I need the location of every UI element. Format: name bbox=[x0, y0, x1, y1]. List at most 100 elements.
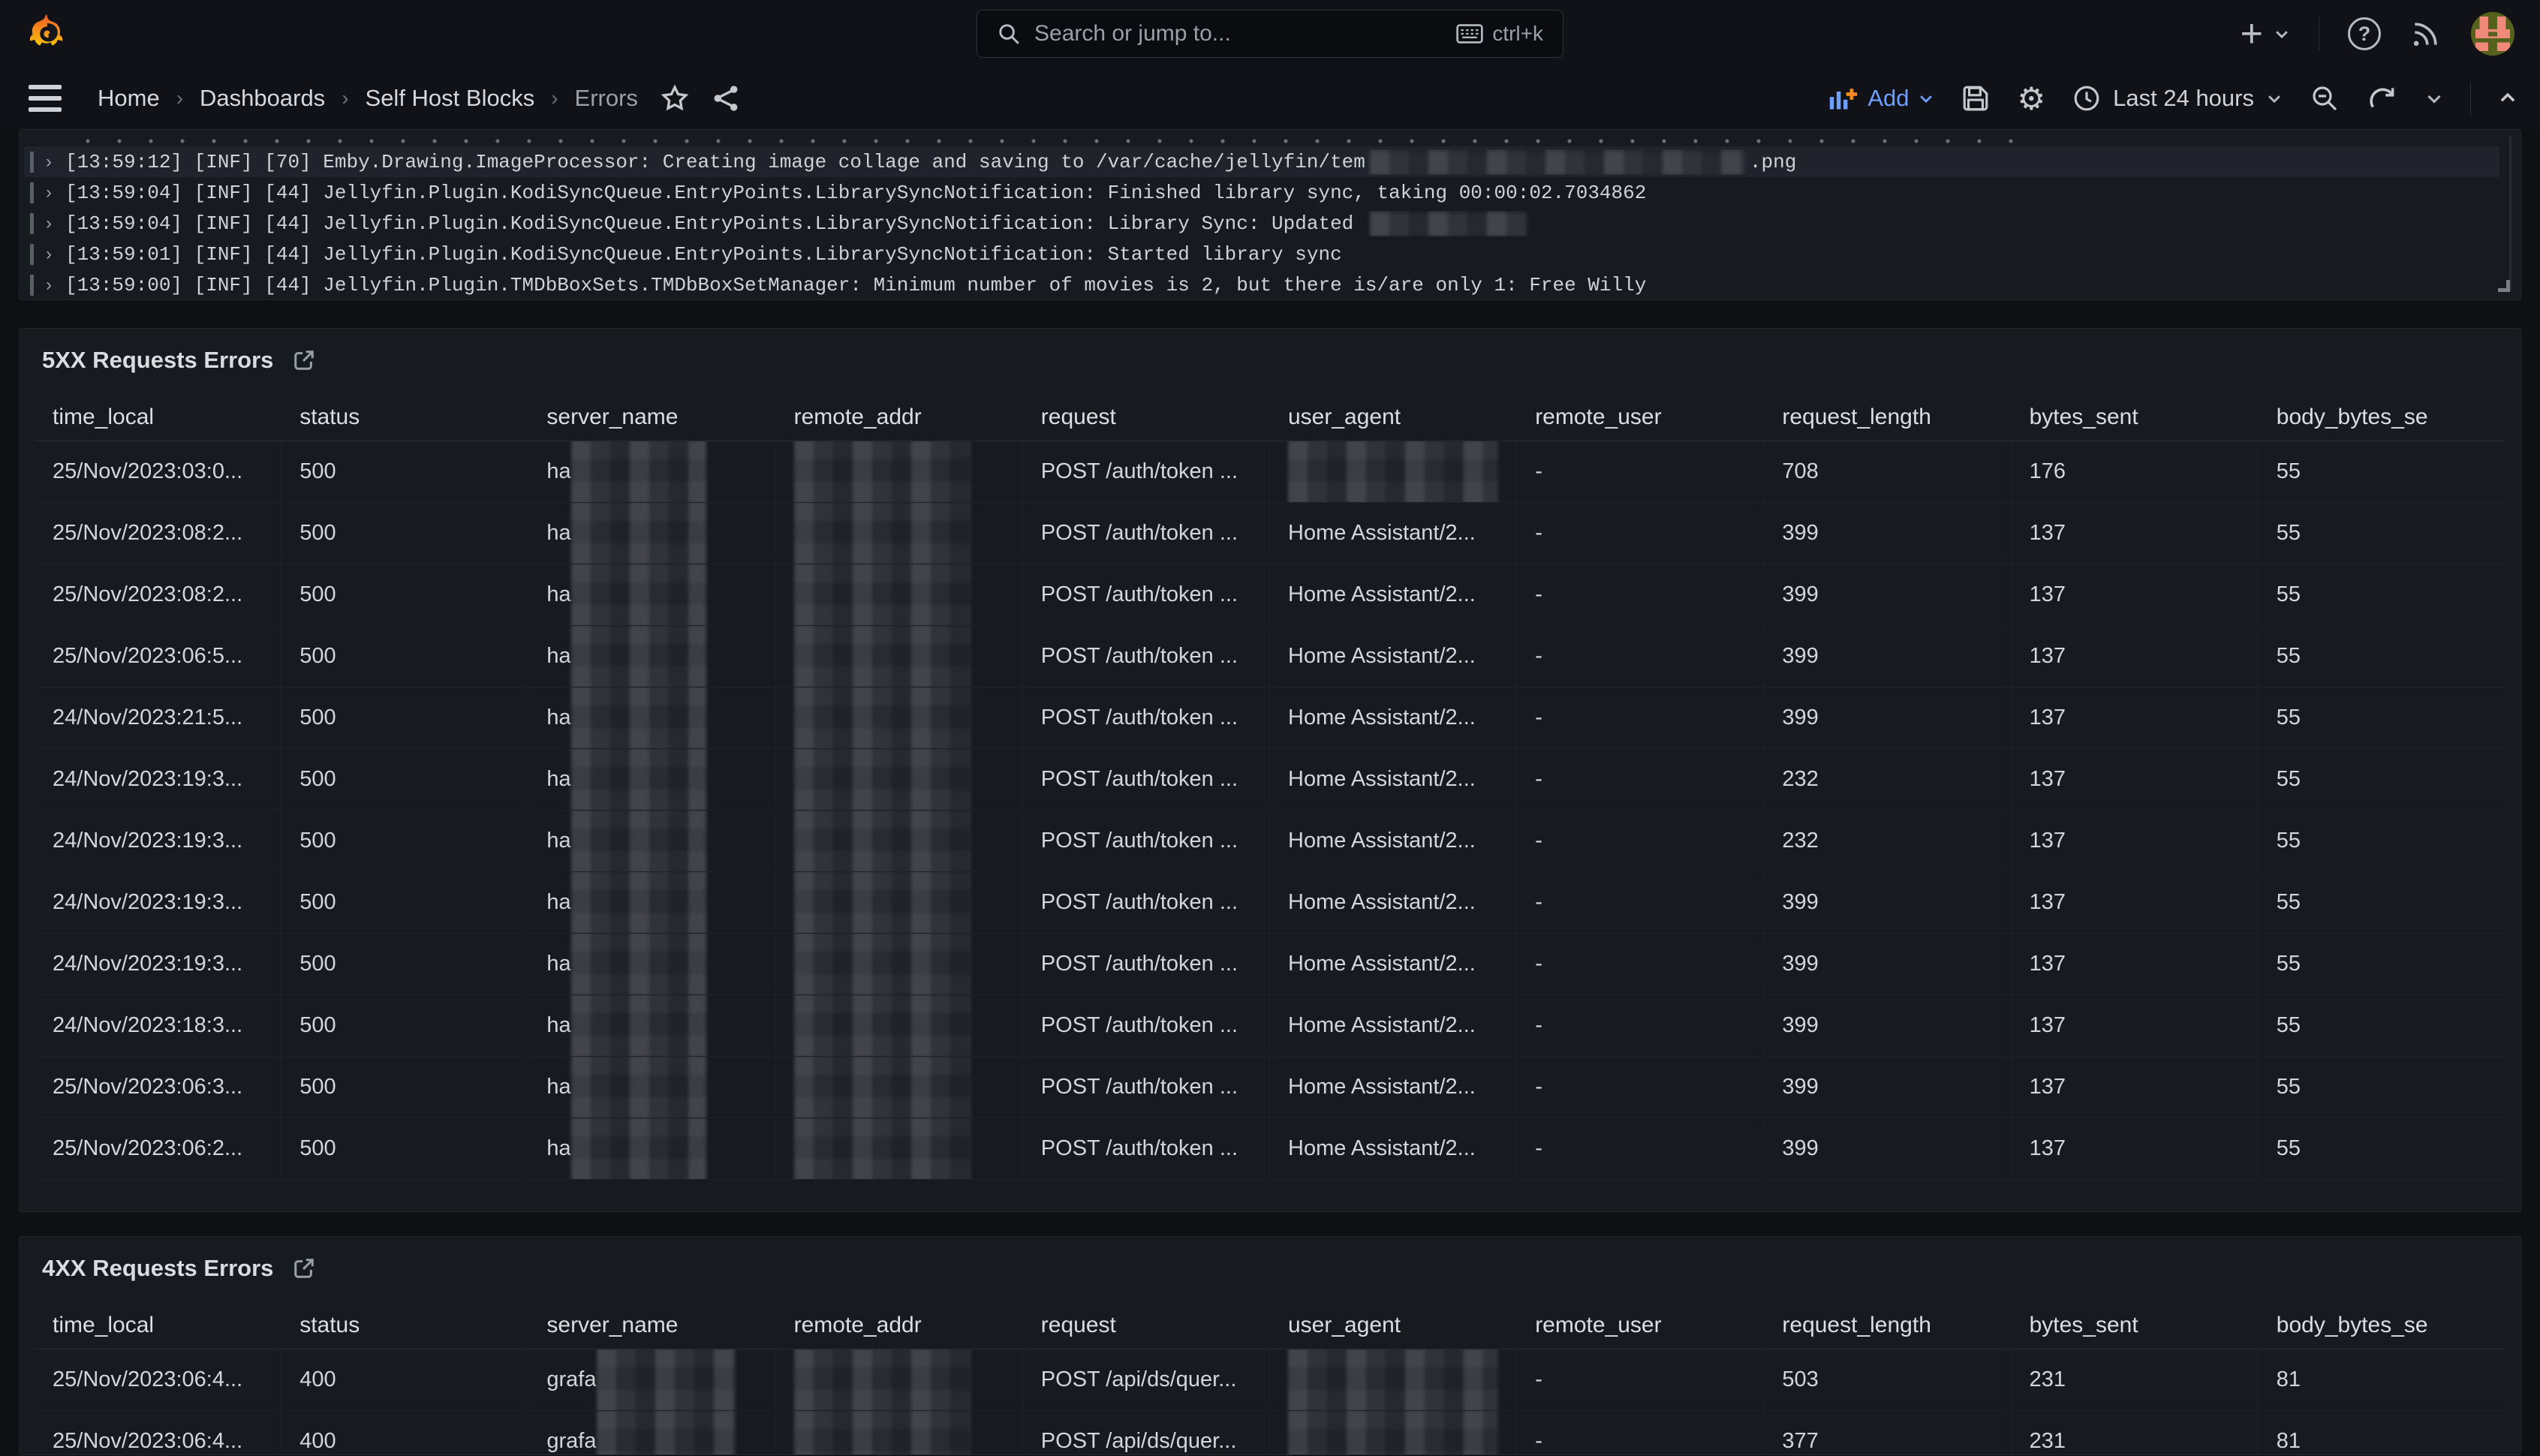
column-header-server_name[interactable]: server_name bbox=[528, 1303, 775, 1349]
help-icon[interactable]: ? bbox=[2348, 17, 2381, 50]
column-header-body_bytes_se[interactable]: body_bytes_se bbox=[2259, 395, 2505, 441]
cell-server_name: grafa bbox=[528, 1349, 775, 1411]
cell-request_length: 503 bbox=[1764, 1349, 2011, 1411]
cell-status: 500 bbox=[281, 503, 528, 564]
log-row[interactable]: ›[13:59:01] [INF] [44] Jellyfin.Plugin.K… bbox=[24, 239, 2499, 269]
column-header-remote_user[interactable]: remote_user bbox=[1517, 1303, 1764, 1349]
cell-time_local: 24/Nov/2023:19:3... bbox=[35, 872, 281, 934]
cell-bytes_sent: 176 bbox=[2012, 441, 2259, 503]
user-avatar[interactable] bbox=[2471, 12, 2514, 56]
cell-request_length: 377 bbox=[1764, 1411, 2011, 1455]
cell-bytes_sent: 137 bbox=[2012, 811, 2259, 872]
search-icon bbox=[997, 22, 1021, 46]
column-header-status[interactable]: status bbox=[281, 1303, 528, 1349]
share-icon[interactable] bbox=[712, 84, 740, 113]
panel-resize-handle[interactable] bbox=[2498, 280, 2510, 292]
log-row[interactable]: ›[13:59:12] [INF] [70] Emby.Drawing.Imag… bbox=[24, 146, 2499, 177]
column-header-remote_addr[interactable]: remote_addr bbox=[776, 1303, 1023, 1349]
redacted-block bbox=[794, 1349, 971, 1411]
cell-request_length: 232 bbox=[1764, 811, 2011, 872]
chevron-right-icon[interactable]: › bbox=[46, 182, 52, 203]
breadcrumb-item-dashboards[interactable]: Dashboards bbox=[200, 85, 325, 112]
log-row[interactable]: › [13:59:00] [INF] [44] Jellyfin.Plugin.T… bbox=[24, 269, 2499, 300]
column-header-body_bytes_se[interactable]: body_bytes_se bbox=[2259, 1303, 2505, 1349]
cell-body_bytes_se: 55 bbox=[2259, 1118, 2505, 1180]
dashboard-settings-gear-icon[interactable]: ⚙ bbox=[2017, 80, 2045, 117]
new-button[interactable]: + bbox=[2241, 11, 2290, 56]
panel-5xx-errors: 5XX Requests Errors time_localstatusserv… bbox=[19, 328, 2521, 1212]
log-scrollbar[interactable] bbox=[2509, 136, 2511, 292]
cell-time_local: 25/Nov/2023:03:0... bbox=[35, 441, 281, 503]
cell-body_bytes_se: 55 bbox=[2259, 811, 2505, 872]
column-header-request_length[interactable]: request_length bbox=[1764, 395, 2011, 441]
cell-server_name: ha bbox=[528, 749, 775, 811]
breadcrumb-item-home[interactable]: Home bbox=[98, 85, 160, 112]
cell-status: 500 bbox=[281, 934, 528, 995]
redacted-block bbox=[571, 564, 706, 626]
cell-request_length: 399 bbox=[1764, 626, 2011, 687]
redacted-block bbox=[794, 1057, 971, 1118]
chevron-right-icon[interactable]: › bbox=[46, 213, 52, 234]
external-link-icon[interactable] bbox=[293, 349, 315, 372]
menu-toggle-icon[interactable] bbox=[23, 79, 68, 118]
cell-user_agent: Home Assistant/2... bbox=[1270, 995, 1517, 1057]
chevron-down-icon bbox=[1918, 90, 1934, 107]
top-bar: Search or jump to... ctrl+k + ? bbox=[0, 0, 2540, 68]
refresh-icon[interactable] bbox=[2367, 83, 2398, 114]
cell-server_name: ha bbox=[528, 1118, 775, 1180]
cell-remote_user: - bbox=[1517, 1118, 1764, 1180]
column-header-remote_addr[interactable]: remote_addr bbox=[776, 395, 1023, 441]
breadcrumb-separator: › bbox=[176, 86, 183, 110]
cell-server_name: ha bbox=[528, 441, 775, 503]
cell-remote_addr bbox=[776, 872, 1023, 934]
cell-request: POST /auth/token ... bbox=[1023, 1118, 1270, 1180]
column-header-bytes_sent[interactable]: bytes_sent bbox=[2012, 1303, 2259, 1349]
cell-user_agent: Home Assistant/2... bbox=[1270, 749, 1517, 811]
column-header-status[interactable]: status bbox=[281, 395, 528, 441]
chevron-right-icon[interactable]: › bbox=[46, 244, 52, 265]
chevron-right-icon[interactable]: › bbox=[46, 275, 52, 296]
time-range-picker[interactable]: Last 24 hours bbox=[2072, 84, 2283, 113]
news-rss-icon[interactable] bbox=[2409, 17, 2442, 50]
cell-user_agent: Home Assistant/2... bbox=[1270, 934, 1517, 995]
refresh-interval-chevron-icon[interactable] bbox=[2425, 89, 2443, 107]
chevron-down-icon bbox=[2274, 26, 2290, 42]
column-header-server_name[interactable]: server_name bbox=[528, 395, 775, 441]
column-header-request_length[interactable]: request_length bbox=[1764, 1303, 2011, 1349]
column-header-time_local[interactable]: time_local bbox=[35, 395, 281, 441]
add-panel-button[interactable]: Add bbox=[1828, 85, 1934, 112]
column-header-request[interactable]: request bbox=[1023, 1303, 1270, 1349]
chevron-right-icon[interactable]: › bbox=[46, 152, 52, 173]
redacted-block bbox=[794, 1118, 971, 1180]
external-link-icon[interactable] bbox=[293, 1257, 315, 1280]
cell-request_length: 399 bbox=[1764, 1057, 2011, 1118]
cell-user_agent bbox=[1270, 1349, 1517, 1411]
search-input[interactable]: Search or jump to... ctrl+k bbox=[977, 10, 1563, 58]
cell-remote_user: - bbox=[1517, 1349, 1764, 1411]
column-header-bytes_sent[interactable]: bytes_sent bbox=[2012, 395, 2259, 441]
favorite-star-icon[interactable] bbox=[661, 84, 689, 113]
column-header-time_local[interactable]: time_local bbox=[35, 1303, 281, 1349]
zoom-out-time-icon[interactable] bbox=[2310, 83, 2340, 113]
column-header-request[interactable]: request bbox=[1023, 395, 1270, 441]
redacted-block bbox=[571, 687, 706, 749]
breadcrumb-item-self-host-blocks[interactable]: Self Host Blocks bbox=[366, 85, 535, 112]
redacted-block bbox=[597, 1411, 736, 1455]
column-header-user_agent[interactable]: user_agent bbox=[1270, 395, 1517, 441]
log-row[interactable]: ›[13:59:04] [INF] [44] Jellyfin.Plugin.K… bbox=[24, 177, 2499, 208]
cell-time_local: 24/Nov/2023:19:3... bbox=[35, 811, 281, 872]
cell-remote_addr bbox=[776, 564, 1023, 626]
save-dashboard-icon[interactable] bbox=[1961, 84, 1990, 113]
column-header-remote_user[interactable]: remote_user bbox=[1517, 395, 1764, 441]
cell-bytes_sent: 137 bbox=[2012, 564, 2259, 626]
log-message: [13:59:00] [INF] [44] Jellyfin.Plugin.TM… bbox=[65, 274, 1646, 296]
cell-user_agent: Home Assistant/2... bbox=[1270, 811, 1517, 872]
redacted-block bbox=[571, 749, 706, 811]
redacted-block bbox=[794, 687, 971, 749]
cell-user_agent: Home Assistant/2... bbox=[1270, 872, 1517, 934]
collapse-toolbar-caret-icon[interactable] bbox=[2498, 89, 2517, 108]
grafana-logo-icon[interactable] bbox=[26, 11, 68, 56]
column-header-user_agent[interactable]: user_agent bbox=[1270, 1303, 1517, 1349]
log-row[interactable]: ›[13:59:04] [INF] [44] Jellyfin.Plugin.K… bbox=[24, 208, 2499, 239]
cell-remote_user: - bbox=[1517, 441, 1764, 503]
